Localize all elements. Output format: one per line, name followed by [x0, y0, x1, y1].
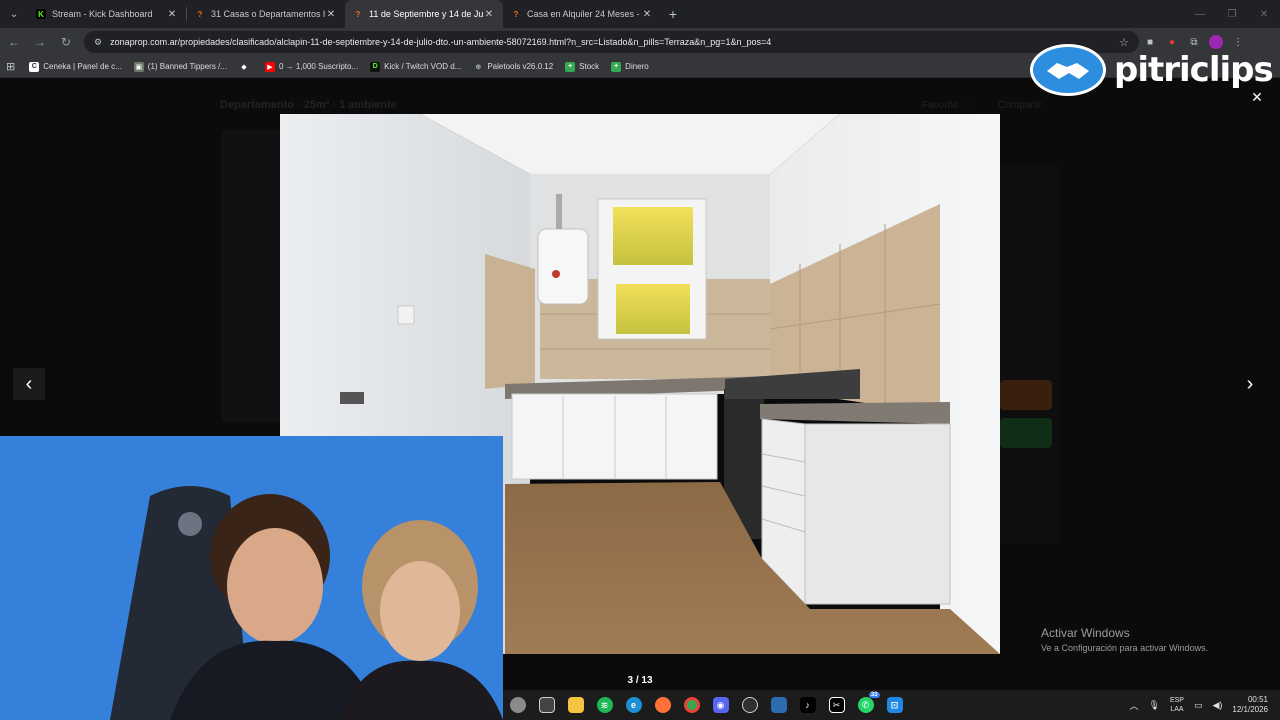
app-window-icon[interactable] [764, 690, 793, 720]
windows-taskbar: ≋ e ◉ ♪ ✂ ✆ 33 ⊡ ︿ 🎙 ESP LAA ▭ ◀) 00:51 … [503, 690, 1280, 720]
bookmark-stock[interactable]: + Stock [565, 61, 600, 72]
edge-icon[interactable]: e [619, 690, 648, 720]
contact-button[interactable] [1000, 380, 1052, 410]
listing-title: Departamento · 25m² · 1 ambiente [220, 99, 397, 111]
tab-close-icon[interactable]: ✕ [483, 9, 495, 20]
tab-title: 31 Casas o Departamentos has [211, 9, 325, 19]
microphone-icon[interactable]: 🎙 [1149, 700, 1160, 711]
restore-icon[interactable]: ❐ [1216, 0, 1248, 28]
gallery-backdrop [221, 130, 281, 422]
globe-icon: ⊕ [475, 63, 482, 71]
zonaprop-icon: ? [513, 9, 519, 19]
tab-close-icon[interactable]: ✕ [641, 9, 653, 20]
tab-kick-dashboard[interactable]: K Stream - Kick Dashboard ✕ [28, 0, 186, 28]
bookmark-ceneka[interactable]: C Ceneka | Panel de c... [29, 61, 122, 72]
tiktok-icon[interactable]: ♪ [793, 690, 822, 720]
logo-wordmark: pitriclips [1114, 50, 1274, 90]
whatsapp-badge: 33 [868, 692, 880, 698]
clock-time: 00:51 [1247, 695, 1268, 704]
window-controls: — ❐ ✕ [1184, 0, 1280, 28]
bookmark-label: Kick / Twitch VOD d... [384, 62, 462, 71]
favorite-button[interactable]: Favorito ♡ [922, 100, 970, 111]
bookmark-label: Ceneka | Panel de c... [43, 62, 122, 71]
tab-close-icon[interactable]: ✕ [325, 9, 337, 20]
handshake-icon [1030, 44, 1106, 96]
obs-icon[interactable] [735, 690, 764, 720]
forward-icon[interactable]: → [28, 30, 52, 54]
spotify-icon[interactable]: ≋ [590, 690, 619, 720]
lang-bottom: LAA [1170, 706, 1184, 713]
tab-title: Stream - Kick Dashboard [52, 9, 153, 19]
back-icon[interactable]: ← [2, 30, 26, 54]
chrome-icon[interactable] [677, 690, 706, 720]
bookmark-vod[interactable]: D Kick / Twitch VOD d... [370, 61, 462, 72]
capcut-icon[interactable]: ✂ [822, 690, 851, 720]
ceneka-icon: C [29, 61, 40, 72]
webcam-overlay [0, 436, 503, 720]
bookmark-label: (1) Banned Tippers /... [147, 62, 227, 71]
whatsapp-button[interactable] [1000, 418, 1052, 448]
stream-logo: pitriclips [1030, 44, 1274, 96]
youtube-icon: ▶ [264, 61, 275, 72]
weather-icon[interactable] [503, 690, 532, 720]
bookmark-label: Paletools v26.0.12 [487, 62, 554, 71]
discord-icon[interactable]: ◉ [706, 690, 735, 720]
firefox-icon[interactable] [648, 690, 677, 720]
language-indicator[interactable]: ESP LAA [1170, 696, 1184, 714]
clock[interactable]: 00:51 12/1/2026 [1232, 695, 1268, 715]
file-explorer-icon[interactable] [561, 690, 590, 720]
bookmark-banned-tippers[interactable]: ▣ (1) Banned Tippers /... [133, 61, 227, 72]
share-button[interactable]: Compartir [998, 100, 1042, 111]
reload-icon[interactable]: ↻ [54, 30, 78, 54]
whatsapp-icon[interactable]: ✆ 33 [851, 690, 880, 720]
sheets-icon: + [565, 61, 576, 72]
address-bar[interactable]: ⚙ zonaprop.com.ar/propiedades/clasificad… [84, 31, 1139, 53]
tab-strip: ⌄ K Stream - Kick Dashboard ✕ ? 31 Casas… [0, 0, 1280, 28]
activate-title: Activar Windows [1041, 626, 1130, 640]
diamond-icon: ◆ [241, 63, 247, 71]
close-window-icon[interactable]: ✕ [1248, 0, 1280, 28]
zonaprop-icon: ? [197, 9, 203, 19]
bookmark-dinero[interactable]: + Dinero [611, 61, 649, 72]
lang-top: ESP [1169, 697, 1184, 704]
bookmark-label: 0 → 1,000 Suscripto... [278, 62, 359, 71]
volume-icon[interactable]: ◀) [1212, 700, 1222, 711]
url-text: zonaprop.com.ar/propiedades/clasificado/… [110, 37, 772, 47]
task-view-icon[interactable] [532, 690, 561, 720]
activate-subtitle: Ve a Configuración para activar Windows. [1041, 643, 1209, 653]
tab-title: Casa en Alquiler 24 Meses - co [527, 9, 641, 19]
tippers-icon: ▣ [133, 61, 144, 72]
bookmark-label: Stock [579, 62, 600, 71]
chevron-up-icon[interactable]: ︿ [1130, 699, 1139, 712]
sheets-icon: + [611, 61, 622, 72]
site-info-icon[interactable]: ⚙ [94, 37, 102, 48]
bookmark-paletools[interactable]: ⊕ Paletools v26.0.12 [473, 62, 553, 72]
windows-activation-watermark: Activar Windows Ve a Configuración para … [1041, 626, 1208, 653]
tab-casa-alquiler[interactable]: ? Casa en Alquiler 24 Meses - co ✕ [503, 0, 661, 28]
tab-title: 11 de Septiembre y 14 de Julio [369, 9, 483, 19]
network-icon[interactable]: ▭ [1194, 700, 1203, 711]
new-tab-button[interactable]: + [661, 0, 685, 28]
tab-current-listing[interactable]: ? 11 de Septiembre y 14 de Julio ✕ [345, 0, 503, 28]
vod-icon: D [370, 61, 381, 72]
next-photo-button[interactable]: › [1234, 368, 1266, 400]
clock-date: 12/1/2026 [1232, 705, 1268, 714]
sidebar-card [1000, 164, 1060, 544]
bookmark-label: Dinero [625, 62, 649, 71]
minimize-icon[interactable]: — [1184, 0, 1216, 28]
previous-photo-button[interactable]: ‹ [13, 368, 45, 400]
tab-close-icon[interactable]: ✕ [166, 9, 178, 20]
tab-search-icon[interactable]: ⌄ [0, 0, 28, 28]
bookmark-diamond[interactable]: ◆ [239, 62, 253, 72]
zonaprop-icon: ? [355, 9, 361, 19]
apps-grid-icon[interactable]: ⊞ [6, 60, 15, 73]
tab-casas-departamentos[interactable]: ? 31 Casas o Departamentos has ✕ [187, 0, 345, 28]
kick-icon: K [36, 9, 46, 19]
network-app-icon[interactable]: ⊡ [880, 690, 909, 720]
bookmark-suscriptores[interactable]: ▶ 0 → 1,000 Suscripto... [264, 61, 359, 72]
system-tray: ︿ 🎙 ESP LAA ▭ ◀) 00:51 12/1/2026 [1130, 690, 1280, 720]
